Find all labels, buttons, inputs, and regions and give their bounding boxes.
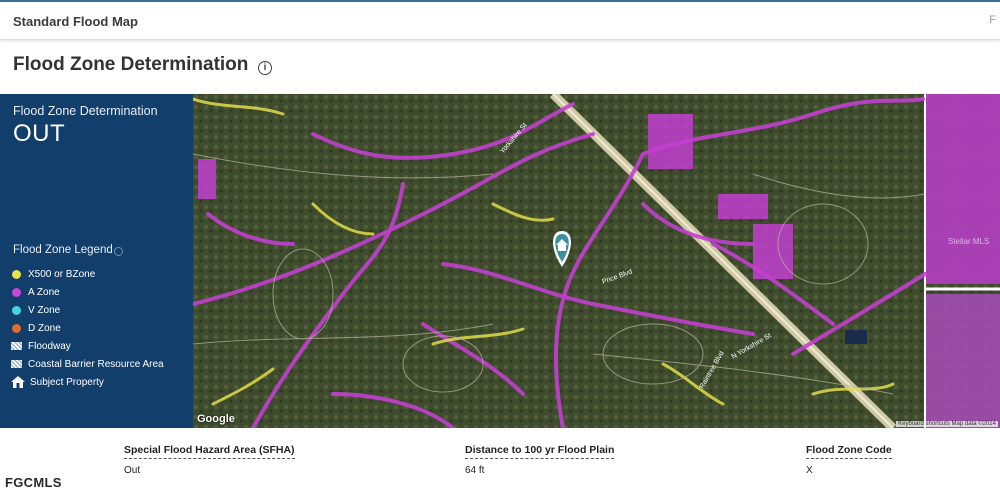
legend-label: A Zone (28, 286, 60, 298)
home-icon (11, 376, 25, 388)
legend-label: Coastal Barrier Resource Area (28, 358, 164, 370)
legend-item-coastal-barrier: Coastal Barrier Resource Area (11, 355, 164, 373)
top-bar-edge-text: F (989, 14, 996, 26)
legend-title: Flood Zone Legend (13, 244, 113, 256)
distance-value: 64 ft (465, 465, 485, 476)
map-canvas: Price Blvd Yorkshire St Raintree Blvd N … (193, 94, 1000, 428)
determination-value: OUT (13, 120, 66, 147)
google-logo: Google (197, 413, 235, 425)
legend-item-subject-property: Subject Property (11, 373, 164, 391)
flood-map[interactable]: Price Blvd Yorkshire St Raintree Blvd N … (193, 94, 1000, 428)
legend-info-icon[interactable] (114, 247, 123, 256)
coastal-barrier-hatch-icon (11, 360, 22, 368)
determination-panel: Flood Zone Determination OUT Flood Zone … (0, 94, 193, 428)
legend-label: Subject Property (30, 376, 104, 388)
legend-label: D Zone (28, 322, 61, 334)
floodway-hatch-icon (11, 342, 22, 350)
legend-label: X500 or BZone (28, 268, 96, 280)
page-title: Flood Zone Determination (13, 54, 249, 75)
yellow-dot-icon (12, 269, 21, 279)
determination-label: Flood Zone Determination (13, 104, 158, 118)
page-tab-title: Standard Flood Map (13, 14, 138, 29)
map-attribution[interactable]: Keyboard shortcuts Map data ©2024 (896, 421, 998, 427)
sfha-label: Special Flood Hazard Area (SFHA) (124, 444, 295, 459)
legend-label: V Zone (28, 304, 61, 316)
legend-item-x500: X500 or BZone (11, 265, 164, 283)
mls-watermark: FGCMLS (5, 475, 62, 490)
top-bar: Standard Flood Map F (0, 0, 1000, 40)
magenta-dot-icon (12, 287, 21, 297)
distance-label: Distance to 100 yr Flood Plain (465, 444, 615, 459)
zone-code-label: Flood Zone Code (806, 444, 892, 459)
legend-item-floodway: Floodway (11, 337, 164, 355)
zone-code-info: Flood Zone Code X (806, 440, 892, 476)
cyan-dot-icon (12, 305, 21, 315)
legend-item-d-zone: D Zone (11, 319, 164, 337)
distance-info: Distance to 100 yr Flood Plain 64 ft (465, 440, 615, 476)
legend-label: Floodway (28, 340, 71, 352)
legend-item-a-zone: A Zone (11, 283, 164, 301)
legend-item-v-zone: V Zone (11, 301, 164, 319)
legend-list: X500 or BZone A Zone V Zone D Zone Flood… (11, 265, 164, 391)
sfha-value: Out (124, 465, 141, 476)
sfha-info: Special Flood Hazard Area (SFHA) Out (124, 440, 295, 476)
info-icon[interactable]: i (258, 61, 272, 75)
stellar-watermark: Stellar MLS (948, 237, 989, 246)
zone-code-value: X (806, 465, 813, 476)
orange-dot-icon (12, 323, 21, 333)
